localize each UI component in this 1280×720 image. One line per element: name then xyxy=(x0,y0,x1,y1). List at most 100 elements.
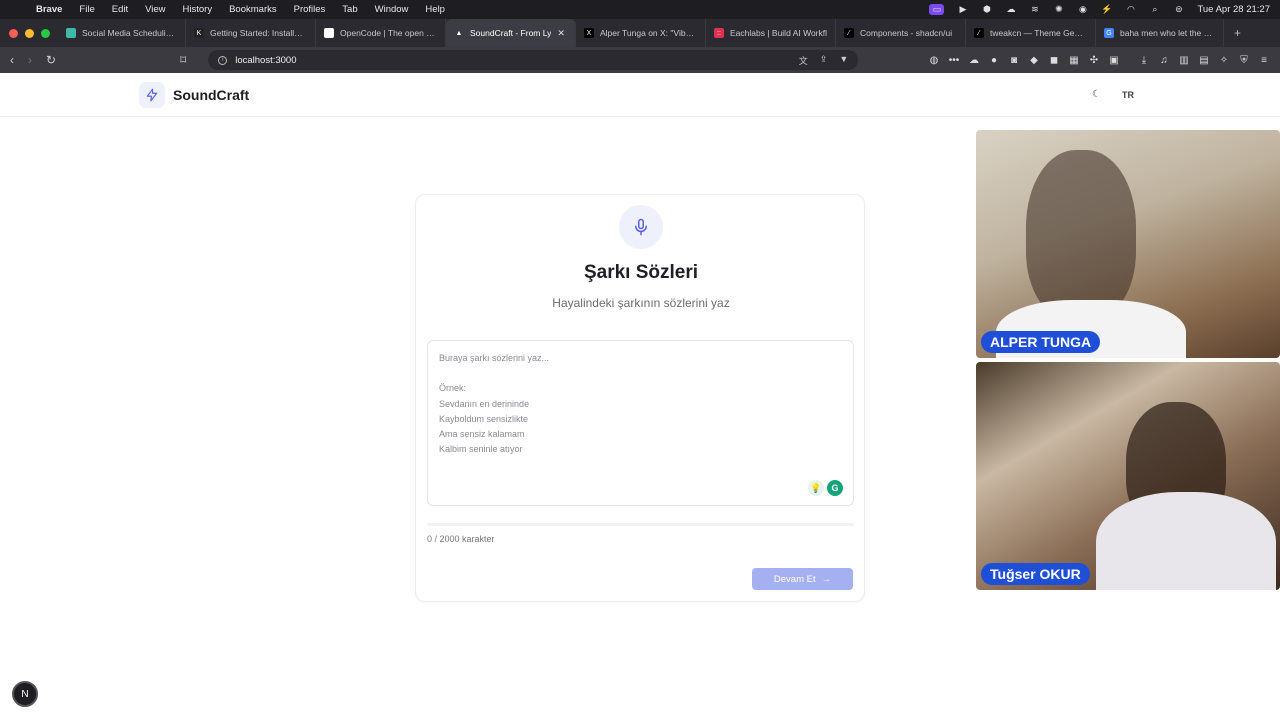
site-info-icon[interactable]: i xyxy=(218,55,228,65)
tab-label: baha men who let the dog xyxy=(1120,28,1215,38)
extension-icon[interactable]: ☁ xyxy=(968,55,980,66)
tab-getting-started[interactable]: K Getting Started: Installatio xyxy=(186,19,316,47)
tab-alper-x[interactable]: X Alper Tunga on X: "Vibe C xyxy=(576,19,706,47)
tab-shadcn[interactable]: ⁄ Components - shadcn/ui xyxy=(836,19,966,47)
tab-favicon-icon: ⁄ xyxy=(974,28,984,38)
extension-icon[interactable]: ● xyxy=(988,55,1000,66)
wallet-icon[interactable]: ▤ xyxy=(1198,55,1210,66)
extension-icon[interactable]: ◍ xyxy=(928,55,940,66)
mixer-icon[interactable]: ≋ xyxy=(1029,4,1040,15)
leo-icon[interactable]: ✧ xyxy=(1218,55,1230,66)
macos-menubar: Brave File Edit View History Bookmarks P… xyxy=(0,0,1280,19)
menu-window[interactable]: Window xyxy=(375,4,409,15)
extension-icon[interactable]: ▣ xyxy=(1108,55,1120,66)
search-icon[interactable]: ⌕ xyxy=(1149,4,1160,15)
tab-eachlabs[interactable]: :: Eachlabs | Build AI Workfl xyxy=(706,19,836,47)
vpn-icon[interactable]: ⛨ xyxy=(1238,55,1250,66)
grammarly-widget[interactable]: 💡 G xyxy=(808,480,843,496)
extension-icon[interactable]: ▦ xyxy=(1068,55,1080,66)
record-icon[interactable]: ◉ xyxy=(1077,4,1088,15)
participant-name-badge: ALPER TUNGA xyxy=(981,331,1101,353)
menu-app-name[interactable]: Brave xyxy=(36,4,62,15)
language-toggle[interactable]: TR xyxy=(1122,90,1134,100)
participant-name-badge: Tuğser OKUR xyxy=(981,563,1090,585)
menu-tab[interactable]: Tab xyxy=(342,4,357,15)
extension-icon[interactable]: ••• xyxy=(948,55,960,66)
address-bar[interactable]: i localhost:3000 文 ⇪ ▼ xyxy=(208,50,859,70)
tab-social-media[interactable]: Social Media Scheduling S xyxy=(58,19,186,47)
download-icon[interactable]: ⤓ xyxy=(1138,55,1150,66)
window-controls xyxy=(0,28,58,38)
tab-tweakcn[interactable]: ⁄ tweakcn — Theme Genera xyxy=(966,19,1096,47)
card-subtitle: Hayalindeki şarkının sözlerini yaz xyxy=(552,296,730,310)
wifi-icon[interactable]: ◠ xyxy=(1125,4,1136,15)
tab-favicon-icon: ⁄ xyxy=(844,28,854,38)
browser-toolbar: ‹ › ↻ ⌑ i localhost:3000 文 ⇪ ▼ ◍ ••• ☁ ●… xyxy=(0,47,1280,73)
site-header: SoundCraft ☾ TR xyxy=(0,73,1280,117)
tab-label: Alper Tunga on X: "Vibe C xyxy=(600,28,697,38)
extension-icon[interactable]: ◼ xyxy=(1048,55,1060,66)
tab-favicon-icon xyxy=(324,28,334,38)
reload-icon[interactable]: ↻ xyxy=(46,53,56,67)
continue-button[interactable]: Devam Et → xyxy=(752,568,853,590)
participant-silhouette xyxy=(1026,150,1136,320)
menu-view[interactable]: View xyxy=(145,4,165,15)
extension-icon[interactable]: ◆ xyxy=(1028,55,1040,66)
cloud-icon[interactable]: ☁ xyxy=(1005,4,1016,15)
grammarly-icon[interactable]: G xyxy=(827,480,843,496)
minimize-window-icon[interactable] xyxy=(25,28,34,38)
close-window-icon[interactable] xyxy=(9,28,18,38)
tab-soundcraft[interactable]: ▲ SoundCraft - From Ly ✕ xyxy=(446,19,576,47)
menu-history[interactable]: History xyxy=(183,4,213,15)
menu-help[interactable]: Help xyxy=(425,4,445,15)
forward-icon[interactable]: › xyxy=(28,53,32,67)
brand-logo[interactable]: SoundCraft xyxy=(139,82,249,108)
character-progress-bar xyxy=(427,523,854,526)
tab-google-search[interactable]: G baha men who let the dog xyxy=(1096,19,1224,47)
tab-opencode[interactable]: OpenCode | The open sou xyxy=(316,19,446,47)
new-tab-icon[interactable]: + xyxy=(1234,26,1241,40)
arrow-right-icon: → xyxy=(821,573,832,585)
battery-icon[interactable]: ⚡ xyxy=(1101,4,1112,15)
sidebar-icon[interactable]: ▥ xyxy=(1178,55,1190,66)
brave-shields-icon[interactable]: ▼ xyxy=(839,54,848,67)
participant-shirt xyxy=(1096,492,1276,590)
lyrics-card: Şarkı Sözleri Hayalindeki şarkının sözle… xyxy=(415,194,865,602)
back-icon[interactable]: ‹ xyxy=(10,53,14,67)
url-text: localhost:3000 xyxy=(235,54,297,66)
openai-icon[interactable]: ✺ xyxy=(1053,4,1064,15)
bookmark-icon[interactable]: ⌑ xyxy=(180,53,186,67)
brand-name: SoundCraft xyxy=(173,87,250,103)
menu-edit[interactable]: Edit xyxy=(112,4,128,15)
theme-toggle-moon-icon[interactable]: ☾ xyxy=(1092,89,1101,100)
menu-bookmarks[interactable]: Bookmarks xyxy=(229,4,277,15)
control-center-icon[interactable]: ⊜ xyxy=(1173,4,1184,15)
music-icon[interactable]: ♫ xyxy=(1158,55,1170,66)
tab-favicon-icon: X xyxy=(584,28,594,38)
translate-icon[interactable]: 文 xyxy=(799,54,808,67)
nextjs-dev-badge[interactable]: N xyxy=(12,681,38,707)
menu-profiles[interactable]: Profiles xyxy=(294,4,326,15)
zoom-window-icon[interactable] xyxy=(41,28,50,38)
tab-label: OpenCode | The open sou xyxy=(340,28,437,38)
tab-favicon-icon: ▲ xyxy=(455,29,463,37)
tab-favicon-icon: G xyxy=(1104,28,1114,38)
menu-icon[interactable]: ≡ xyxy=(1258,55,1270,66)
video-feed-tugser: Tuğser OKUR xyxy=(976,362,1280,590)
lyrics-textarea[interactable]: Buraya şarkı sözlerini yaz... Örnek: Sev… xyxy=(427,340,854,506)
menubar-clock[interactable]: Tue Apr 28 21:27 xyxy=(1197,4,1270,15)
continue-label: Devam Et xyxy=(773,573,816,585)
lightbulb-icon[interactable]: 💡 xyxy=(808,480,824,496)
play-icon[interactable]: ▶ xyxy=(957,4,968,15)
tab-label: Social Media Scheduling S xyxy=(82,28,177,38)
tab-label: Getting Started: Installatio xyxy=(210,28,307,38)
share-icon[interactable]: ⇪ xyxy=(820,54,828,67)
menu-file[interactable]: File xyxy=(79,4,94,15)
shield-status-icon[interactable]: ⬢ xyxy=(981,4,992,15)
screen-record-icon[interactable]: ▭ xyxy=(929,4,945,15)
extension-icon[interactable]: ◙ xyxy=(1008,55,1020,66)
card-title: Şarkı Sözleri xyxy=(583,262,699,283)
tab-favicon-icon: :: xyxy=(714,28,724,38)
close-tab-icon[interactable]: ✕ xyxy=(557,28,565,39)
puzzle-icon[interactable]: ✣ xyxy=(1088,55,1100,66)
